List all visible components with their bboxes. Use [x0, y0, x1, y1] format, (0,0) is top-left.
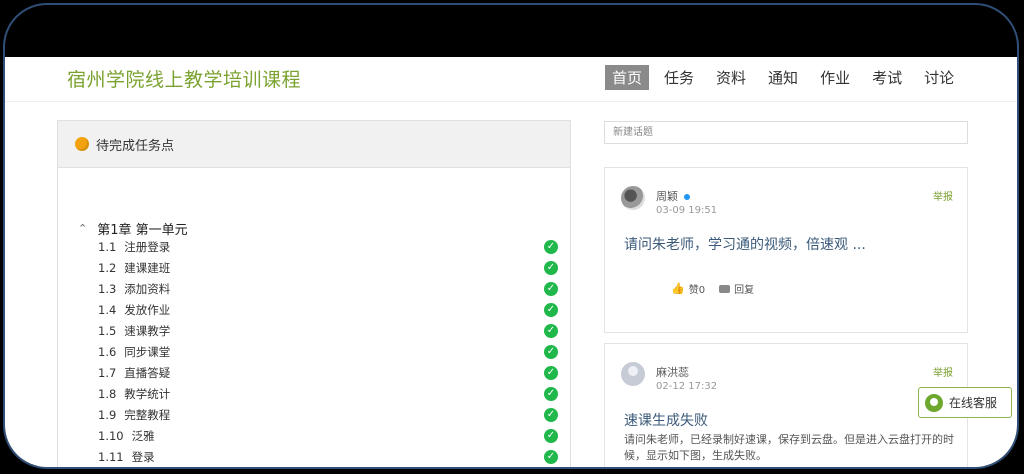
avatar[interactable]	[621, 186, 645, 210]
author-name: 周颖	[656, 190, 678, 203]
post-title[interactable]: 速课生成失败	[624, 410, 708, 430]
tasks-panel: 待完成任务点 ⌃ 第1章 第一单元 1.1 注册登录 ✓ 1.2 建课建班 ✓ 1.3 添…	[57, 120, 571, 467]
check-icon: ✓	[544, 428, 558, 443]
check-icon: ✓	[544, 449, 558, 464]
check-icon: ✓	[544, 365, 558, 380]
lesson-name: 速课教学	[124, 323, 171, 338]
chevron-up-icon[interactable]: ⌃	[78, 222, 87, 235]
nav-home[interactable]: 首页	[605, 65, 650, 90]
lesson-name: 直播答疑	[124, 365, 171, 380]
thumbs-up-icon: 👍	[671, 282, 685, 295]
nav-exams[interactable]: 考试	[865, 65, 909, 90]
lesson-number: 1.4	[98, 302, 117, 317]
like-count: 赞0	[688, 285, 706, 296]
lesson-name: 发放作业	[124, 302, 171, 317]
lesson-number: 1.11	[98, 449, 124, 464]
discussion-post[interactable]: 周颖 03-09 19:51 举报 请问朱老师，学习通的视频，倍速观 ... 👍…	[604, 167, 968, 333]
lesson-item[interactable]: 1.1 注册登录 ✓	[98, 236, 558, 257]
post-time: 02-12 17:32	[656, 381, 718, 392]
lesson-name: 添加资料	[124, 281, 171, 296]
check-icon: ✓	[544, 344, 558, 359]
nav-discussion[interactable]: 讨论	[917, 65, 961, 90]
lesson-number: 1.3	[98, 281, 117, 296]
new-topic-input[interactable]: 新建话题	[604, 121, 968, 144]
lesson-name: 建课建班	[124, 260, 171, 275]
lesson-list: 1.1 注册登录 ✓ 1.2 建课建班 ✓ 1.3 添加资料 ✓ 1.4 发放作业 ✓ 1.5 速…	[98, 236, 558, 467]
nav-materials[interactable]: 资料	[709, 65, 753, 90]
lesson-name: 教学统计	[124, 386, 171, 401]
tasks-panel-title: 待完成任务点	[96, 138, 175, 154]
lesson-number: 1.10	[98, 428, 124, 443]
lesson-number: 1.1	[98, 239, 117, 254]
window-frame: 宿州学院线上教学培训课程 首页 任务 资料 通知 作业 考试 讨论 待完成任务点…	[3, 3, 1019, 469]
tasks-panel-header: 待完成任务点	[58, 121, 570, 168]
lesson-item[interactable]: 1.9 完整教程 ✓	[98, 404, 558, 425]
check-icon: ✓	[544, 407, 558, 422]
lesson-item[interactable]: 1.8 教学统计 ✓	[98, 383, 558, 404]
lesson-item[interactable]: 1.4 发放作业 ✓	[98, 299, 558, 320]
nav-tasks[interactable]: 任务	[657, 65, 701, 90]
online-service-label: 在线客服	[949, 396, 998, 410]
course-page: 宿州学院线上教学培训课程 首页 任务 资料 通知 作业 考试 讨论 待完成任务点…	[5, 57, 1017, 467]
check-icon: ✓	[544, 386, 558, 401]
lesson-number: 1.9	[98, 407, 117, 422]
online-service-button[interactable]: 在线客服	[918, 387, 1012, 418]
lesson-item[interactable]: 1.10 泛雅 ✓	[98, 425, 558, 446]
site-title: 宿州学院线上教学培训课程	[67, 69, 302, 91]
header: 宿州学院线上教学培训课程 首页 任务 资料 通知 作业 考试 讨论	[5, 57, 1017, 101]
post-author[interactable]: 麻洪蕊	[656, 364, 689, 380]
lesson-name: 登录	[131, 449, 155, 464]
lesson-name: 同步课堂	[124, 344, 171, 359]
lesson-item[interactable]: 1.11 登录 ✓	[98, 446, 558, 467]
post-time: 03-09 19:51	[656, 205, 718, 216]
discussion-post[interactable]: 麻洪蕊 02-12 17:32 举报 速课生成失败 请问朱老师，已经录制好速课，…	[604, 343, 968, 467]
reply-label: 回复	[734, 285, 755, 296]
lesson-name: 完整教程	[124, 407, 171, 422]
lesson-name: 泛雅	[131, 428, 155, 443]
like-button[interactable]: 👍 赞0	[671, 281, 705, 296]
post-title[interactable]: 请问朱老师，学习通的视频，倍速观 ...	[624, 234, 866, 254]
check-icon: ✓	[544, 239, 558, 254]
lesson-number: 1.7	[98, 365, 117, 380]
lesson-number: 1.6	[98, 344, 117, 359]
post-actions: 👍 赞0 回复	[671, 281, 754, 296]
post-author[interactable]: 周颖	[656, 188, 690, 204]
report-link[interactable]: 举报	[933, 364, 953, 379]
check-icon: ✓	[544, 260, 558, 275]
report-link[interactable]: 举报	[933, 188, 953, 203]
check-icon: ✓	[544, 302, 558, 317]
lesson-number: 1.2	[98, 260, 117, 275]
lesson-item[interactable]: 1.7 直播答疑 ✓	[98, 362, 558, 383]
lesson-number: 1.8	[98, 386, 117, 401]
nav-homework[interactable]: 作业	[813, 65, 857, 90]
lesson-item[interactable]: 1.6 同步课堂 ✓	[98, 341, 558, 362]
check-icon: ✓	[544, 281, 558, 296]
comment-icon	[719, 284, 731, 293]
main-nav: 首页 任务 资料 通知 作业 考试 讨论	[605, 65, 969, 90]
avatar[interactable]	[621, 362, 645, 386]
lesson-item[interactable]: 1.3 添加资料 ✓	[98, 278, 558, 299]
lesson-name: 注册登录	[124, 239, 171, 254]
pending-dot-icon	[75, 137, 89, 151]
reply-button[interactable]: 回复	[719, 281, 754, 296]
online-dot-icon	[684, 194, 690, 200]
nav-notices[interactable]: 通知	[761, 65, 805, 90]
headset-icon	[925, 393, 943, 412]
header-divider	[5, 101, 1017, 102]
check-icon: ✓	[544, 323, 558, 338]
lesson-item[interactable]: 1.5 速课教学 ✓	[98, 320, 558, 341]
lesson-item[interactable]: 1.2 建课建班 ✓	[98, 257, 558, 278]
post-excerpt: 请问朱老师，已经录制好速课，保存到云盘。但是进入云盘打开的时候，显示如下图，生成…	[624, 433, 954, 462]
lesson-number: 1.5	[98, 323, 117, 338]
